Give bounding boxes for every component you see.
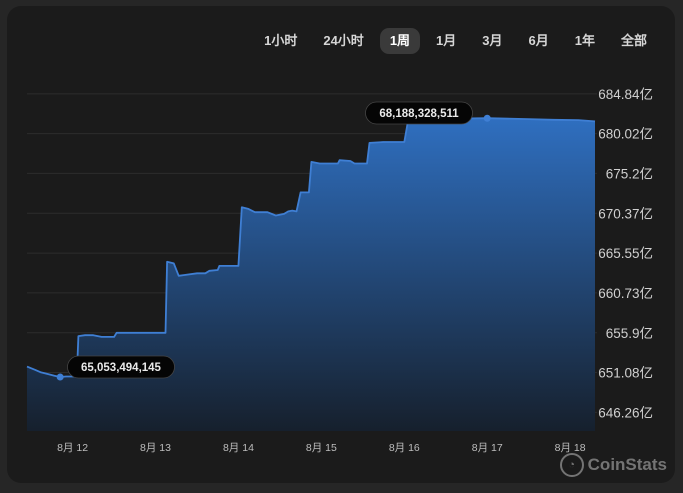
max-value-label-text: 68,188,328,511 bbox=[379, 108, 459, 120]
y-tick-label: 646.26亿 bbox=[598, 405, 653, 420]
chart-card: 1小时 24小时 1周 1月 3月 6月 1年 全部 684.84亿 680.02… bbox=[7, 6, 675, 483]
market-cap-chart[interactable]: 684.84亿 680.02亿 675.2亿 670.37亿 665.55亿 660.73… bbox=[7, 6, 675, 483]
x-tick-label: 8月 12 bbox=[57, 442, 88, 454]
y-tick-label: 670.37亿 bbox=[598, 206, 653, 221]
x-tick-label: 8月 15 bbox=[306, 442, 337, 454]
y-tick-label: 665.55亿 bbox=[598, 246, 653, 261]
y-tick-label: 684.84亿 bbox=[598, 87, 653, 102]
x-tick-label: 8月 17 bbox=[472, 442, 503, 454]
min-value-label-text: 65,053,494,145 bbox=[81, 362, 162, 374]
min-value-label: 65,053,494,145 bbox=[67, 355, 175, 379]
y-tick-label: 660.73亿 bbox=[598, 286, 653, 301]
x-tick-label: 8月 13 bbox=[140, 442, 171, 454]
x-tick-label: 8月 16 bbox=[389, 442, 420, 454]
y-tick-label: 651.08亿 bbox=[598, 366, 653, 381]
coinstats-watermark: ◔ CoinStats bbox=[559, 453, 667, 477]
y-tick-label: 680.02亿 bbox=[598, 127, 653, 142]
x-tick-label: 8月 14 bbox=[223, 442, 254, 454]
coinstats-logo-icon: ◔ bbox=[559, 453, 584, 477]
max-point-marker bbox=[483, 114, 491, 122]
max-value-label: 68,188,328,511 bbox=[365, 101, 473, 125]
min-point-marker bbox=[56, 373, 64, 381]
coinstats-watermark-text: CoinStats bbox=[587, 455, 667, 474]
y-tick-label: 675.2亿 bbox=[606, 166, 653, 181]
y-tick-label: 655.9亿 bbox=[606, 326, 653, 341]
